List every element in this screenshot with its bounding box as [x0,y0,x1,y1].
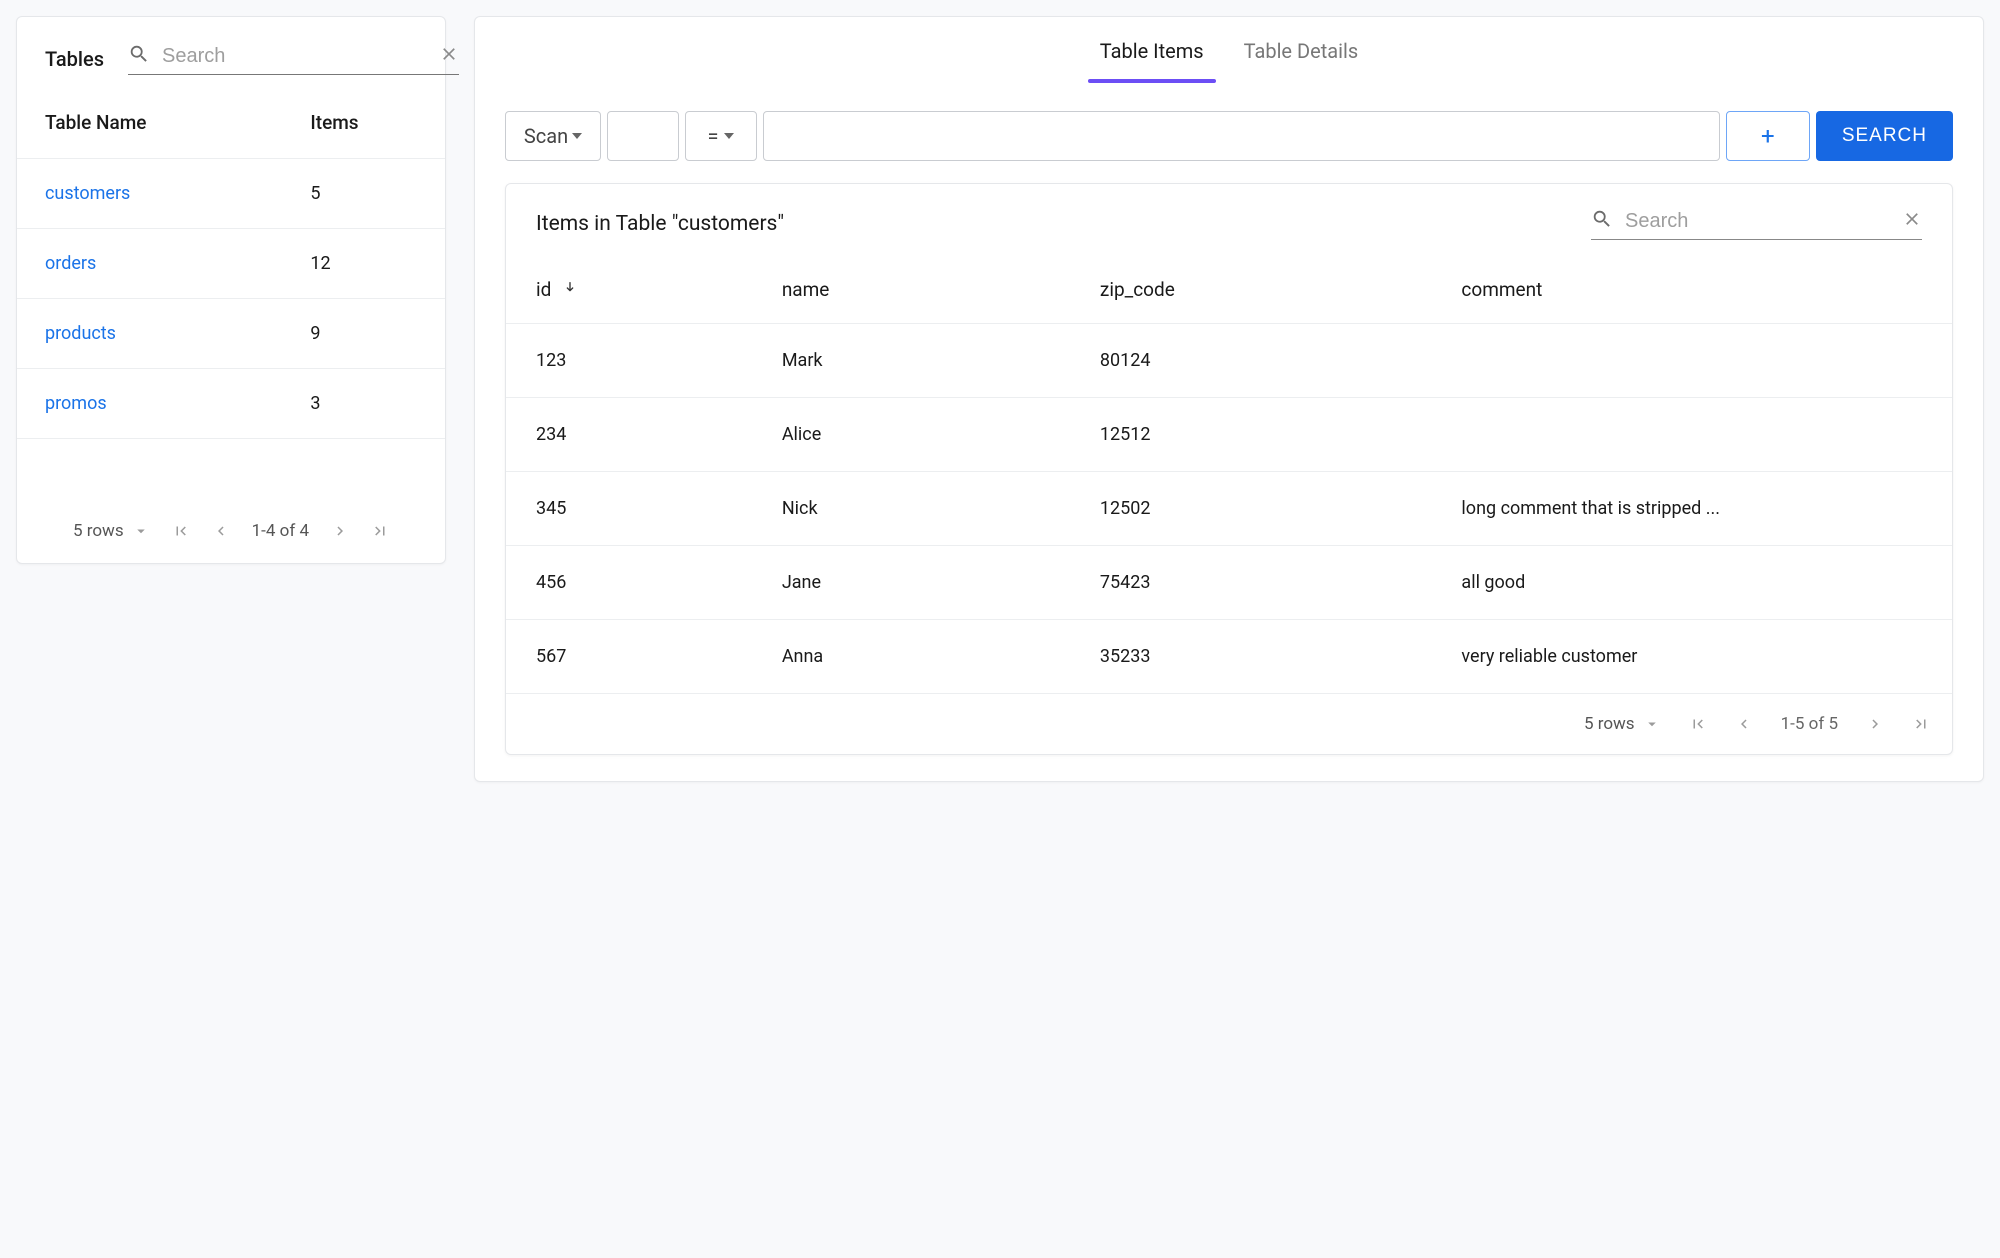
table-link[interactable]: customers [45,183,130,204]
search-button[interactable]: SEARCH [1816,111,1953,161]
tables-list: Table Name Items customers 5 orders 12 p… [17,83,445,439]
col-comment[interactable]: comment [1431,252,1952,324]
rows-label: 5 rows [73,521,124,541]
search-icon [1591,208,1613,235]
page-range: 1-4 of 4 [252,521,309,541]
cell-name: Anna [752,620,1070,694]
items-title: Items in Table "customers" [536,212,1561,236]
table-row[interactable]: orders 12 [17,229,445,299]
col-name[interactable]: name [752,252,1070,324]
dropdown-icon [1643,715,1661,733]
col-id[interactable]: id [506,252,752,324]
table-link[interactable]: orders [45,253,96,274]
table-link[interactable]: products [45,323,116,344]
tables-title: Tables [45,47,104,71]
items-card: Items in Table "customers" id [505,183,1953,755]
table-item-count: 12 [282,229,445,299]
cell-comment: long comment that is stripped ... [1431,472,1952,546]
query-value-field[interactable] [763,111,1720,161]
cell-name: Jane [752,546,1070,620]
close-icon[interactable] [1902,209,1922,234]
item-row[interactable]: 234 Alice 12512 [506,398,1952,472]
first-page-button[interactable] [172,522,190,540]
table-item-count: 5 [282,159,445,229]
item-row[interactable]: 123 Mark 80124 [506,324,1952,398]
next-page-button[interactable] [1866,715,1884,733]
items-search[interactable] [1591,208,1922,240]
rows-per-page[interactable]: 5 rows [1584,714,1661,734]
item-row[interactable]: 345 Nick 12502 long comment that is stri… [506,472,1952,546]
rows-label: 5 rows [1584,714,1635,734]
last-page-button[interactable] [1912,715,1930,733]
sort-desc-icon [562,278,578,301]
table-item-count: 9 [282,299,445,369]
item-row[interactable]: 456 Jane 75423 all good [506,546,1952,620]
cell-comment: very reliable customer [1431,620,1952,694]
prev-page-button[interactable] [212,522,230,540]
query-mode-select[interactable]: Scan [505,111,601,161]
items-pagination: 5 rows 1-5 of 5 [506,694,1952,754]
cell-zip: 80124 [1070,324,1432,398]
cell-comment [1431,398,1952,472]
cell-id: 234 [506,398,752,472]
cell-name: Mark [752,324,1070,398]
cell-id: 567 [506,620,752,694]
col-table-name[interactable]: Table Name [17,83,282,159]
tables-pagination: 5 rows 1-4 of 4 [17,499,445,563]
cell-zip: 35233 [1070,620,1432,694]
next-page-button[interactable] [331,522,349,540]
cell-zip: 75423 [1070,546,1432,620]
table-link[interactable]: promos [45,393,107,414]
last-page-button[interactable] [371,522,389,540]
query-value-input[interactable] [774,125,1709,148]
tabs: Table Items Table Details [475,17,1983,83]
cell-comment: all good [1431,546,1952,620]
tables-search-input[interactable] [160,44,429,69]
dropdown-icon [724,133,734,139]
table-row[interactable]: customers 5 [17,159,445,229]
cell-id: 123 [506,324,752,398]
tab-table-details[interactable]: Table Details [1244,39,1359,83]
dropdown-icon [132,522,150,540]
page-range: 1-5 of 5 [1781,714,1838,734]
item-row[interactable]: 567 Anna 35233 very reliable customer [506,620,1952,694]
cell-name: Nick [752,472,1070,546]
tables-search[interactable] [128,43,459,75]
cell-zip: 12502 [1070,472,1432,546]
query-attribute-select[interactable] [607,111,679,161]
cell-id: 456 [506,546,752,620]
table-row[interactable]: products 9 [17,299,445,369]
search-icon [128,43,150,70]
query-mode-label: Scan [524,124,568,148]
items-search-input[interactable] [1623,209,1892,234]
items-table: id name zip_code comment 123 Mark 80124 [506,252,1952,694]
tab-table-items[interactable]: Table Items [1100,39,1204,83]
col-zip[interactable]: zip_code [1070,252,1432,324]
cell-zip: 12512 [1070,398,1432,472]
dropdown-icon [572,133,582,139]
col-table-items[interactable]: Items [282,83,445,159]
table-item-count: 3 [282,369,445,439]
close-icon[interactable] [439,44,459,69]
first-page-button[interactable] [1689,715,1707,733]
cell-name: Alice [752,398,1070,472]
prev-page-button[interactable] [1735,715,1753,733]
cell-id: 345 [506,472,752,546]
operator-label: = [708,124,719,148]
tables-panel: Tables Table Name Items customers 5 [16,16,446,564]
cell-comment [1431,324,1952,398]
main-panel: Table Items Table Details Scan = + SEARC… [474,16,1984,782]
rows-per-page[interactable]: 5 rows [73,521,150,541]
add-condition-button[interactable]: + [1726,111,1810,161]
col-id-label: id [536,278,551,301]
table-row[interactable]: promos 3 [17,369,445,439]
query-builder: Scan = + SEARCH [475,83,1983,183]
query-operator-select[interactable]: = [685,111,757,161]
